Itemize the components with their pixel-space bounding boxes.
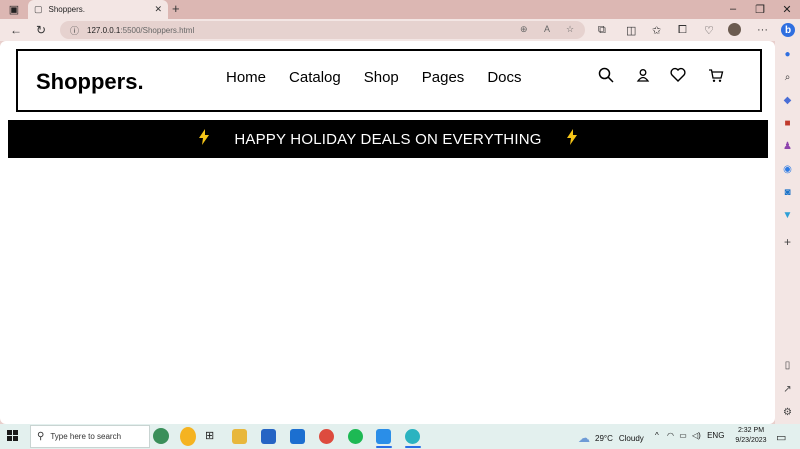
system-tray: ^ ◠ ▭ ◁) ENG [655,431,724,440]
spotify-icon[interactable] [348,429,363,444]
nav-home[interactable]: Home [226,69,266,86]
browser-tab-bar: ▣ ▢ Shoppers. ✕ + – ❐ ✕ [0,0,800,19]
brand-logo[interactable]: Shoppers. [36,69,144,95]
minimize-button[interactable]: – [725,2,741,16]
nav-docs[interactable]: Docs [487,69,521,86]
site-info-icon[interactable]: ⓘ [70,24,79,37]
bing-chat-icon[interactable]: b [781,23,795,37]
language-indicator[interactable]: ENG [707,431,724,440]
search-sidebar-icon[interactable]: ⌕ [781,71,794,84]
volume-icon[interactable]: ◁) [692,431,701,440]
tools-icon[interactable]: ■ [781,117,794,130]
earth-icon[interactable] [153,428,169,444]
zoom-icon[interactable]: ⊕ [520,24,528,35]
browser-essentials-icon[interactable]: ♡ [704,24,714,37]
shopping-tag-icon[interactable]: ◆ [781,94,794,107]
cloud-icon: ☁ [578,431,590,445]
bell-icon[interactable]: ● [781,48,794,61]
edge-icon[interactable] [405,429,420,444]
wifi-icon[interactable]: ◠ [667,431,674,440]
user-icon[interactable] [636,68,650,86]
search-icon[interactable] [598,67,614,87]
tab-title: Shoppers. [48,5,85,14]
more-options-icon[interactable]: ··· [757,24,768,36]
store-icon[interactable] [261,429,276,444]
active-indicator [376,446,392,448]
cart-icon[interactable] [708,68,724,87]
back-arrow-icon[interactable]: ← [10,23,22,37]
lightning-icon [199,128,210,150]
nav-catalog[interactable]: Catalog [289,69,341,86]
nav-pages[interactable]: Pages [422,69,465,86]
weather-desc: Cloudy [618,433,644,443]
windows-start-icon[interactable] [7,430,18,444]
weather-widget[interactable]: ☁ 29°C Cloudy [578,431,644,445]
clock-date: 9/23/2023 [735,437,767,444]
address-bar[interactable]: ⓘ 127.0.0.1 :5500/Shoppers.html ⊕ A ☆ [60,21,585,39]
favorites-icon[interactable]: ✩ [652,24,661,37]
promo-banner: HAPPY HOLIDAY DEALS ON EVERYTHING [8,120,768,158]
browser-tab[interactable]: ▢ Shoppers. ✕ [28,0,168,19]
sidebar-panel-icon[interactable]: ▯ [781,359,794,372]
active-indicator [405,446,421,448]
url-path: :5500/Shoppers.html [120,25,195,35]
battery-icon[interactable]: ▭ [679,431,687,440]
settings-gear-icon[interactable]: ⚙ [781,406,794,419]
task-view-icon[interactable]: ⊞ [205,429,220,444]
add-icon[interactable]: + [781,235,794,249]
drop-icon[interactable]: ▼ [781,209,794,222]
file-explorer-icon[interactable] [232,429,247,444]
edge-sidebar: b ● ⌕ ◆ ■ ♟ ◉ ◙ ▼ + ▯ ↗ ⚙ [775,19,800,424]
vscode-icon[interactable] [376,429,391,444]
web-page: Shoppers. Home Catalog Shop Pages Docs H… [0,41,775,424]
restore-button[interactable]: ❐ [752,2,768,16]
refresh-icon[interactable]: ↻ [36,23,46,37]
extensions-icon[interactable]: ⧉ [598,24,606,37]
split-screen-icon[interactable]: ◫ [626,24,636,37]
nav-shop[interactable]: Shop [364,69,399,86]
read-aloud-icon[interactable]: A [544,24,550,34]
heart-icon[interactable] [670,67,686,86]
outlook-icon[interactable]: ◙ [781,186,794,199]
chrome-icon[interactable] [319,429,334,444]
favorite-star-icon[interactable]: ☆ [566,24,574,35]
chevron-up-icon[interactable]: ^ [655,431,659,440]
tab-close-icon[interactable]: ✕ [154,4,162,15]
weather-temp: 29°C [595,433,613,443]
moon-widget-icon[interactable] [180,427,196,446]
mail-icon[interactable] [290,429,305,444]
taskbar-clock[interactable]: 2:32 PM 9/23/2023 [733,426,769,446]
taskbar-search[interactable]: ⚲ Type here to search [30,425,150,448]
site-header: Shoppers. Home Catalog Shop Pages Docs [16,49,762,112]
tab-actions-icon[interactable]: ▣ [6,2,22,16]
new-tab-button[interactable]: + [172,1,180,16]
collections-icon[interactable]: ⧠ [678,24,687,37]
main-nav: Home Catalog Shop Pages Docs [226,69,545,86]
taskbar-search-placeholder: Type here to search [50,432,122,441]
page-icon: ▢ [34,4,43,14]
lightning-icon [566,128,577,150]
url-host: 127.0.0.1 [87,25,121,35]
clock-time: 2:32 PM [737,427,765,434]
office-icon[interactable]: ◉ [781,163,794,176]
windows-taskbar: ⚲ Type here to search ⊞ ☁ 29°C Cloudy ^ … [0,424,800,449]
external-link-icon[interactable]: ↗ [781,383,794,396]
search-icon: ⚲ [37,431,45,442]
games-icon[interactable]: ♟ [781,140,794,153]
close-window-button[interactable]: ✕ [779,2,795,16]
profile-avatar[interactable] [728,23,741,36]
notification-icon[interactable]: ▭ [776,431,786,444]
banner-text: HAPPY HOLIDAY DEALS ON EVERYTHING [234,130,542,148]
address-toolbar: ← ↻ ⓘ 127.0.0.1 :5500/Shoppers.html ⊕ A … [0,19,800,41]
